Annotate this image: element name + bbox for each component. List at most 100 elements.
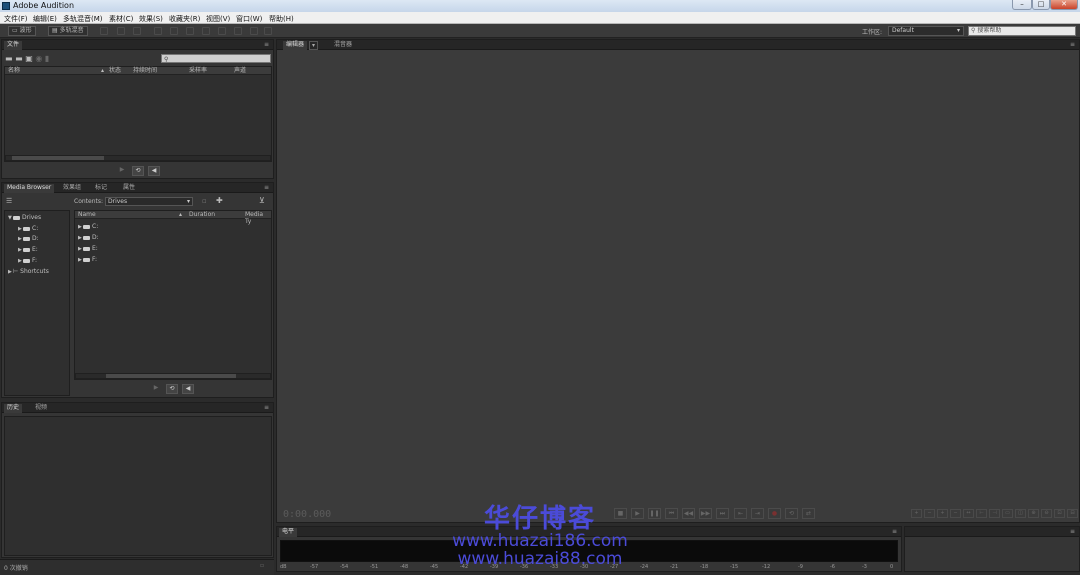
loop-icon[interactable]: ⟲ xyxy=(132,166,144,176)
horizontal-scrollbar[interactable] xyxy=(75,373,271,379)
zoom-in-left-icon[interactable]: ⊢ xyxy=(976,509,987,518)
add-shortcut-icon[interactable]: ✚ xyxy=(216,196,223,205)
zoom-tool-icon[interactable]: ⊡ xyxy=(1054,509,1065,518)
import-icon[interactable]: ▬ xyxy=(15,54,25,63)
contents-select[interactable]: Drives ▾ xyxy=(105,197,193,206)
maximize-button[interactable]: □ xyxy=(1032,0,1050,10)
filter-icon[interactable]: ⊻ xyxy=(259,196,265,205)
tab-files[interactable]: 文件 xyxy=(4,41,23,50)
zoom-full-icon[interactable]: ↔ xyxy=(963,509,974,518)
tree-item-drive[interactable]: ▶ C: xyxy=(18,225,38,232)
new-file-icon[interactable]: ▣ xyxy=(25,54,35,63)
insert-icon[interactable]: ◉ xyxy=(35,54,45,63)
trash-icon[interactable]: ▫ xyxy=(260,562,264,569)
minimize-button[interactable]: – xyxy=(1012,0,1032,10)
open-file-icon[interactable]: ▬ xyxy=(5,54,15,63)
column-header[interactable]: Media Ty xyxy=(245,211,271,225)
panel-menu-icon[interactable]: ≡ xyxy=(1070,528,1075,535)
loop-icon[interactable]: ⟲ xyxy=(166,384,178,394)
help-search-input[interactable]: ⚲ 搜索帮助 xyxy=(968,26,1076,36)
scrollbar-thumb[interactable] xyxy=(12,156,104,160)
go-to-end-button[interactable]: ⏭ xyxy=(716,508,729,519)
panel-menu-icon[interactable]: ≡ xyxy=(264,404,269,411)
tool-icon[interactable] xyxy=(170,27,178,35)
tab-markers[interactable]: 标记 xyxy=(92,184,110,193)
skip-backward-button[interactable]: ⇤ xyxy=(734,508,747,519)
tree-item-drives[interactable]: ▼ Drives xyxy=(8,214,41,221)
menu-edit[interactable]: 编辑(E) xyxy=(33,14,57,24)
tab-properties[interactable]: 属性 xyxy=(120,184,138,193)
skip-selection-button[interactable]: ⇄ xyxy=(802,508,815,519)
tab-mixer[interactable]: 混音器 xyxy=(331,41,355,50)
skip-forward-button[interactable]: ⇥ xyxy=(751,508,764,519)
menu-view[interactable]: 视图(V) xyxy=(206,14,230,24)
record-button[interactable]: ● xyxy=(768,508,781,519)
column-header[interactable]: 声道 xyxy=(234,67,246,74)
column-header[interactable]: Duration xyxy=(189,211,215,218)
files-search-input[interactable]: ⚲ xyxy=(161,54,271,63)
close-button[interactable]: ✕ xyxy=(1050,0,1078,10)
tree-item-shortcuts[interactable]: ▶⊢ Shortcuts xyxy=(8,268,49,275)
list-item[interactable]: ▶ F: xyxy=(78,256,97,263)
column-header[interactable]: Name xyxy=(78,211,96,218)
zoom-out-time-icon[interactable]: − xyxy=(950,509,961,518)
zoom-out-amplitude-icon[interactable]: − xyxy=(924,509,935,518)
tree-item-drive[interactable]: ▶ E: xyxy=(18,246,38,253)
zoom-out-full-icon[interactable]: ◫ xyxy=(1015,509,1026,518)
sidebar-toggle-icon[interactable]: ☰ xyxy=(6,197,12,205)
tab-levels[interactable]: 电平 xyxy=(279,528,298,537)
multitrack-view-button[interactable]: ▤ 多轨混音 xyxy=(48,26,88,36)
menu-effects[interactable]: 效果(S) xyxy=(139,14,163,24)
tab-media-browser[interactable]: Media Browser xyxy=(4,184,55,193)
autoplay-icon[interactable]: ◀ xyxy=(148,166,160,176)
zoom-tool-icon[interactable]: ⊟ xyxy=(1067,509,1078,518)
workspace-select[interactable]: Default ▾ xyxy=(888,26,964,36)
menu-help[interactable]: 帮助(H) xyxy=(269,14,294,24)
list-item[interactable]: ▶ D: xyxy=(78,234,99,241)
scrollbar-thumb[interactable] xyxy=(106,374,236,378)
panel-menu-icon[interactable]: ≡ xyxy=(264,41,269,48)
menu-multitrack[interactable]: 多轨混音(M) xyxy=(63,14,103,24)
tool-icon[interactable] xyxy=(186,27,194,35)
panel-menu-icon[interactable]: ≡ xyxy=(264,184,269,191)
tool-icon[interactable] xyxy=(154,27,162,35)
panel-menu-icon[interactable]: ≡ xyxy=(1070,41,1075,48)
column-header[interactable]: 持续时间 xyxy=(133,67,157,74)
fast-forward-button[interactable]: ▶▶ xyxy=(699,508,712,519)
tool-icon[interactable] xyxy=(117,27,125,35)
editor-file-dropdown[interactable]: ▾ xyxy=(309,41,319,50)
go-to-start-button[interactable]: ⏮ xyxy=(665,508,678,519)
autoplay-icon[interactable]: ◀ xyxy=(182,384,194,394)
tool-icon[interactable] xyxy=(133,27,141,35)
column-header[interactable]: 采样率 xyxy=(189,67,207,74)
tree-item-drive[interactable]: ▶ D: xyxy=(18,235,39,242)
tree-item-drive[interactable]: ▶ F: xyxy=(18,257,37,264)
waveform-view-button[interactable]: ▭ 波形 xyxy=(8,26,36,36)
play-icon[interactable]: ▶ xyxy=(150,384,162,394)
pause-button[interactable]: ❚❚ xyxy=(648,508,661,519)
tab-effects-rack[interactable]: 效果组 xyxy=(60,184,84,193)
zoom-tool-icon[interactable]: ⊖ xyxy=(1041,509,1052,518)
loop-playback-button[interactable]: ⟲ xyxy=(785,508,798,519)
tool-icon[interactable] xyxy=(234,27,242,35)
play-icon[interactable]: ▶ xyxy=(116,166,128,176)
menu-window[interactable]: 窗口(W) xyxy=(236,14,262,24)
tool-icon[interactable] xyxy=(250,27,258,35)
horizontal-scrollbar[interactable] xyxy=(5,155,271,161)
menu-file[interactable]: 文件(F) xyxy=(4,14,28,24)
menu-favorites[interactable]: 收藏夹(R) xyxy=(169,14,200,24)
tool-icon[interactable] xyxy=(202,27,210,35)
tab-editor[interactable]: 编辑器 xyxy=(283,41,308,50)
zoom-selection-icon[interactable]: ▭ xyxy=(1002,509,1013,518)
tool-icon[interactable] xyxy=(100,27,108,35)
tool-icon[interactable] xyxy=(218,27,226,35)
delete-icon[interactable]: ▮ xyxy=(45,54,49,63)
refresh-icon[interactable]: ▫ xyxy=(202,197,207,205)
menu-clip[interactable]: 素材(C) xyxy=(109,14,133,24)
zoom-in-right-icon[interactable]: ⊣ xyxy=(989,509,1000,518)
tab-video[interactable]: 视频 xyxy=(32,404,50,413)
zoom-in-amplitude-icon[interactable]: + xyxy=(911,509,922,518)
list-item[interactable]: ▶ C: xyxy=(78,223,98,230)
list-item[interactable]: ▶ E: xyxy=(78,245,98,252)
zoom-in-time-icon[interactable]: + xyxy=(937,509,948,518)
